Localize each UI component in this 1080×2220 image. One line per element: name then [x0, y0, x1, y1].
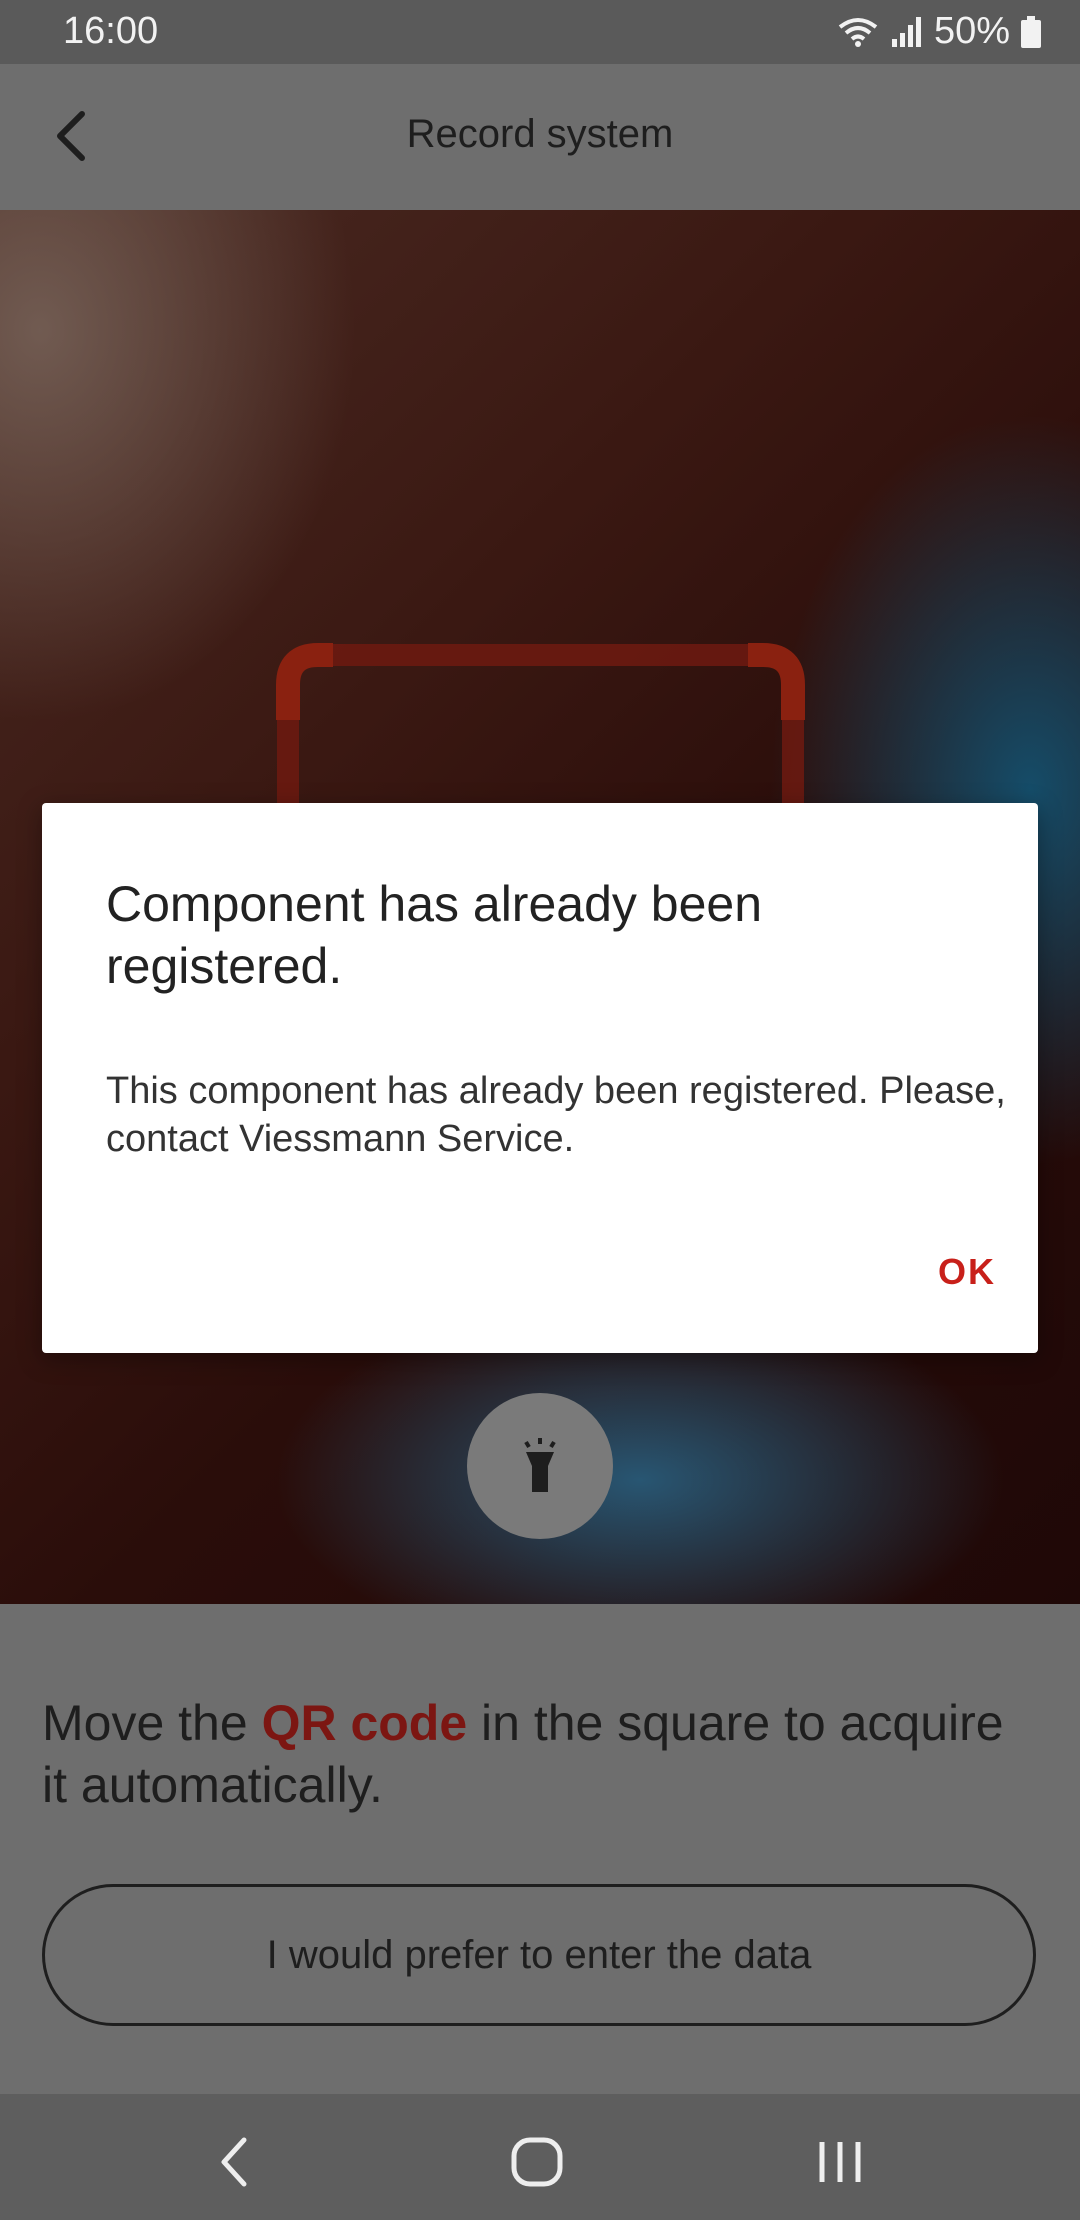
dialog-title: Component has already been registered. [106, 876, 763, 994]
recents-nav-icon [819, 2142, 861, 2182]
alert-dialog: Component has already been registered. T… [42, 803, 1038, 1353]
ok-button[interactable]: OK [938, 1251, 996, 1293]
instruction-prefix: Move the [42, 1695, 262, 1751]
nav-back-button[interactable] [206, 2132, 266, 2192]
flashlight-icon [524, 1438, 556, 1492]
status-icons: 50% [836, 10, 1042, 53]
dialog-message: This component has already been register… [106, 1070, 1006, 1160]
wifi-icon [836, 15, 880, 49]
nav-recents-button[interactable] [810, 2132, 870, 2192]
battery-icon [1020, 15, 1042, 49]
bottom-panel: Move the QR code in the square to acquir… [0, 1604, 1080, 2094]
app-bar: Record system [0, 64, 1080, 210]
signal-icon [890, 15, 924, 49]
qr-instruction: Move the QR code in the square to acquir… [42, 1692, 1042, 1816]
instruction-highlight: QR code [261, 1695, 468, 1751]
back-nav-icon [221, 2137, 247, 2187]
manual-entry-button[interactable]: I would prefer to enter the data [42, 1884, 1036, 2026]
page-title: Record system [406, 112, 674, 156]
system-nav-bar [0, 2094, 1080, 2220]
status-time: 16:00 [63, 10, 159, 52]
status-bar: 16:00 50% [0, 0, 1080, 64]
flashlight-button[interactable] [467, 1393, 613, 1539]
battery-percent: 50% [933, 10, 1010, 52]
home-nav-icon [511, 2137, 563, 2187]
nav-home-button[interactable] [508, 2132, 568, 2192]
